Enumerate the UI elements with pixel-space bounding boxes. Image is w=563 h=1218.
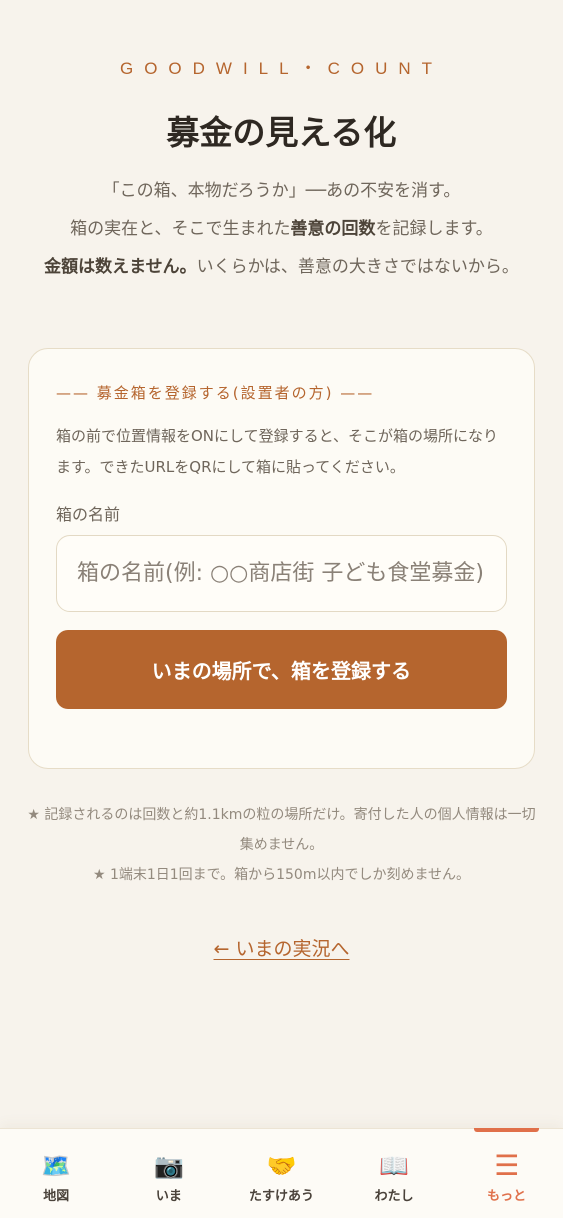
- page-title: 募金の見える化: [166, 113, 397, 152]
- tab-now[interactable]: 📷 いま: [113, 1129, 226, 1218]
- handshake-icon: 🤝: [266, 1152, 297, 1180]
- tab-label: たすけあう: [248, 1189, 314, 1204]
- tab-help[interactable]: 🤝 たすけあう: [225, 1129, 338, 1218]
- card-description: 箱の前で位置情報をONにして登録すると、そこが箱の場所になります。できたURLを…: [56, 427, 498, 476]
- bottom-tab-bar: 🗺️ 地図 📷 いま 🤝 たすけあう 📖 わたし ☰ もっと: [0, 1128, 563, 1218]
- intro-line-3: 金額は数えません。いくらかは、善意の大きさではないから。: [34, 248, 529, 286]
- intro-line-1: 「この箱、本物だろうか」──あの不安を消す。: [102, 181, 461, 201]
- back-to-live-link[interactable]: ← いまの実況へ: [214, 938, 350, 960]
- card-heading: —— 募金箱を登録する(設置者の方) ——: [56, 384, 375, 402]
- brand-eyebrow: GOODWILL・COUNT: [119, 59, 444, 78]
- note-limit: ★ 1端末1日1回まで。箱から150m以内でしか刻めません。: [92, 867, 471, 883]
- intro-line-2-end: を記録します。: [375, 219, 493, 239]
- privacy-notes: ★ 記録されるのは回数と約1.1kmの粒の場所だけ。寄付した人の個人情報は一切集…: [22, 800, 541, 890]
- book-icon: 📖: [379, 1152, 410, 1180]
- tab-label: 地図: [43, 1189, 70, 1204]
- tab-map[interactable]: 🗺️ 地図: [0, 1129, 113, 1218]
- world-map-icon: 🗺️: [41, 1152, 72, 1180]
- register-box-button[interactable]: いまの場所で、箱を登録する: [56, 630, 507, 709]
- box-name-input[interactable]: [56, 535, 507, 612]
- tab-label: わたし: [374, 1189, 414, 1204]
- back-link-wrap: ← いまの実況へ: [0, 934, 563, 961]
- camera-icon: 📷: [153, 1152, 184, 1180]
- intro-emphasis-amount: 金額は数えません。: [44, 257, 197, 277]
- tab-me[interactable]: 📖 わたし: [338, 1129, 451, 1218]
- intro-line-3-text: いくらかは、善意の大きさではないから。: [196, 257, 519, 277]
- tab-more[interactable]: ☰ もっと: [450, 1128, 563, 1218]
- tab-label: いま: [155, 1189, 182, 1204]
- menu-icon: ☰: [494, 1149, 520, 1182]
- page: GOODWILL・COUNT 募金の見える化 「この箱、本物だろうか」──あの不…: [0, 0, 563, 1128]
- box-name-label: 箱の名前: [56, 505, 121, 524]
- note-privacy: ★ 記録されるのは回数と約1.1kmの粒の場所だけ。寄付した人の個人情報は一切集…: [27, 807, 536, 853]
- intro-line-2: 箱の実在と、そこで生まれた善意の回数を記録します。: [34, 210, 529, 248]
- register-box-card: —— 募金箱を登録する(設置者の方) —— 箱の前で位置情報をONにして登録する…: [28, 348, 535, 769]
- intro-emphasis-count: 善意の回数: [290, 219, 376, 239]
- tab-label: もっと: [487, 1189, 527, 1204]
- intro-line-2-text: 箱の実在と、そこで生まれた: [70, 219, 291, 239]
- intro-text: 「この箱、本物だろうか」──あの不安を消す。 箱の実在と、そこで生まれた善意の回…: [34, 172, 529, 286]
